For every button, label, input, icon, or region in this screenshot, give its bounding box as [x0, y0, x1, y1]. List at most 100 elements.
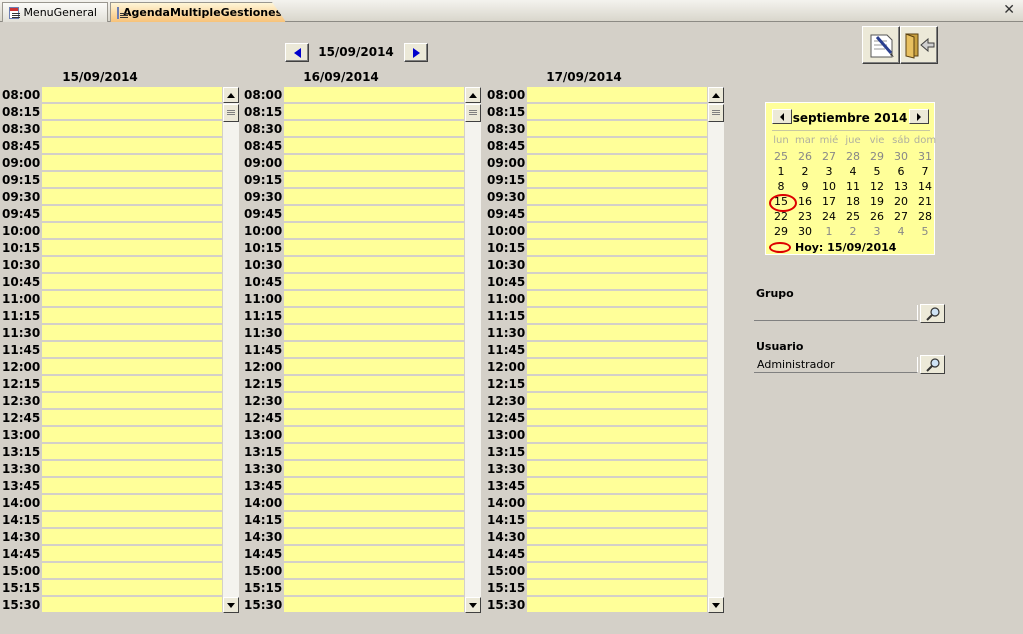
appointment-slot[interactable]	[284, 461, 464, 477]
appointment-slot[interactable]	[527, 529, 707, 545]
calendar-day[interactable]: 27	[889, 210, 913, 225]
appointment-slot[interactable]	[42, 87, 222, 103]
appointment-slot[interactable]	[42, 461, 222, 477]
notes-button[interactable]	[862, 26, 900, 64]
scroll-thumb[interactable]	[223, 104, 239, 122]
calendar-day[interactable]: 5	[913, 225, 937, 240]
close-icon[interactable]: ✕	[1003, 3, 1015, 17]
calendar-day[interactable]: 23	[793, 210, 817, 225]
appointment-slot[interactable]	[284, 563, 464, 579]
appointment-slot[interactable]	[42, 580, 222, 596]
calendar-day[interactable]: 28	[913, 210, 937, 225]
usuario-field[interactable]: Administrador	[754, 357, 918, 373]
appointment-slot[interactable]	[284, 529, 464, 545]
scroll-up-button[interactable]	[708, 87, 724, 103]
appointment-slot[interactable]	[42, 138, 222, 154]
calendar-day[interactable]: 1	[769, 165, 793, 180]
appointment-slot[interactable]	[284, 189, 464, 205]
appointment-slot[interactable]	[527, 563, 707, 579]
appointment-slot[interactable]	[284, 597, 464, 613]
appointment-slot[interactable]	[284, 495, 464, 511]
appointment-slot[interactable]	[527, 240, 707, 256]
scroll-up-button[interactable]	[223, 87, 239, 103]
appointment-slot[interactable]	[527, 325, 707, 341]
appointment-slot[interactable]	[42, 240, 222, 256]
appointment-slot[interactable]	[284, 274, 464, 290]
appointment-slot[interactable]	[42, 546, 222, 562]
appointment-slot[interactable]	[42, 104, 222, 120]
appointment-slot[interactable]	[284, 444, 464, 460]
appointment-slot[interactable]	[527, 359, 707, 375]
calendar-day[interactable]: 16	[793, 195, 817, 210]
calendar-day-today[interactable]: 15	[769, 194, 797, 212]
calendar-prev-month-button[interactable]	[772, 109, 792, 124]
appointment-slot[interactable]	[527, 223, 707, 239]
appointment-slot[interactable]	[527, 121, 707, 137]
calendar-day[interactable]: 1	[817, 225, 841, 240]
tab-agenda-multiple-gestiones[interactable]: AgendaMultipleGestiones	[110, 2, 286, 22]
appointment-slot[interactable]	[527, 172, 707, 188]
appointment-slot[interactable]	[284, 291, 464, 307]
tab-menu-general[interactable]: MenuGeneral	[2, 2, 108, 22]
scroll-down-button[interactable]	[465, 597, 481, 613]
appointment-slot[interactable]	[527, 512, 707, 528]
calendar-day[interactable]: 2	[793, 165, 817, 180]
appointment-slot[interactable]	[284, 478, 464, 494]
appointment-slot[interactable]	[42, 495, 222, 511]
appointment-slot[interactable]	[42, 206, 222, 222]
appointment-slot[interactable]	[284, 138, 464, 154]
appointment-slot[interactable]	[42, 512, 222, 528]
calendar-day[interactable]: 7	[913, 165, 937, 180]
appointment-slot[interactable]	[527, 546, 707, 562]
calendar-day[interactable]: 10	[817, 180, 841, 195]
calendar-day[interactable]: 13	[889, 180, 913, 195]
appointment-slot[interactable]	[284, 257, 464, 273]
appointment-slot[interactable]	[527, 393, 707, 409]
appointment-slot[interactable]	[284, 393, 464, 409]
appointment-slot[interactable]	[284, 325, 464, 341]
appointment-slot[interactable]	[284, 427, 464, 443]
calendar-day[interactable]: 3	[865, 225, 889, 240]
appointment-slot[interactable]	[42, 189, 222, 205]
appointment-slot[interactable]	[527, 444, 707, 460]
calendar-day[interactable]: 12	[865, 180, 889, 195]
appointment-slot[interactable]	[42, 155, 222, 171]
appointment-slot[interactable]	[527, 580, 707, 596]
appointment-slot[interactable]	[527, 427, 707, 443]
vertical-scrollbar[interactable]	[708, 87, 724, 613]
calendar-day[interactable]: 24	[817, 210, 841, 225]
calendar-day[interactable]: 22	[769, 210, 793, 225]
appointment-slot[interactable]	[42, 427, 222, 443]
appointment-slot[interactable]	[42, 444, 222, 460]
usuario-search-button[interactable]	[920, 355, 945, 374]
appointment-slot[interactable]	[42, 597, 222, 613]
grupo-field[interactable]	[754, 305, 918, 321]
calendar-day[interactable]: 29	[865, 150, 889, 165]
appointment-slot[interactable]	[527, 478, 707, 494]
calendar-day[interactable]: 26	[793, 150, 817, 165]
appointment-slot[interactable]	[527, 308, 707, 324]
appointment-slot[interactable]	[527, 257, 707, 273]
calendar-day[interactable]: 27	[817, 150, 841, 165]
calendar-day[interactable]: 9	[793, 180, 817, 195]
appointment-slot[interactable]	[42, 291, 222, 307]
appointment-slot[interactable]	[284, 359, 464, 375]
appointment-slot[interactable]	[284, 121, 464, 137]
appointment-slot[interactable]	[42, 223, 222, 239]
appointment-slot[interactable]	[284, 206, 464, 222]
scroll-thumb[interactable]	[708, 104, 724, 122]
vertical-scrollbar[interactable]	[223, 87, 239, 613]
appointment-slot[interactable]	[42, 410, 222, 426]
appointment-slot[interactable]	[42, 308, 222, 324]
calendar-day[interactable]: 30	[889, 150, 913, 165]
calendar-day[interactable]: 26	[865, 210, 889, 225]
appointment-slot[interactable]	[42, 376, 222, 392]
appointment-slot[interactable]	[284, 580, 464, 596]
appointment-slot[interactable]	[42, 529, 222, 545]
appointment-slot[interactable]	[527, 155, 707, 171]
calendar-day[interactable]: 19	[865, 195, 889, 210]
appointment-slot[interactable]	[284, 512, 464, 528]
calendar-day[interactable]: 25	[769, 150, 793, 165]
appointment-slot[interactable]	[284, 546, 464, 562]
appointment-slot[interactable]	[527, 495, 707, 511]
